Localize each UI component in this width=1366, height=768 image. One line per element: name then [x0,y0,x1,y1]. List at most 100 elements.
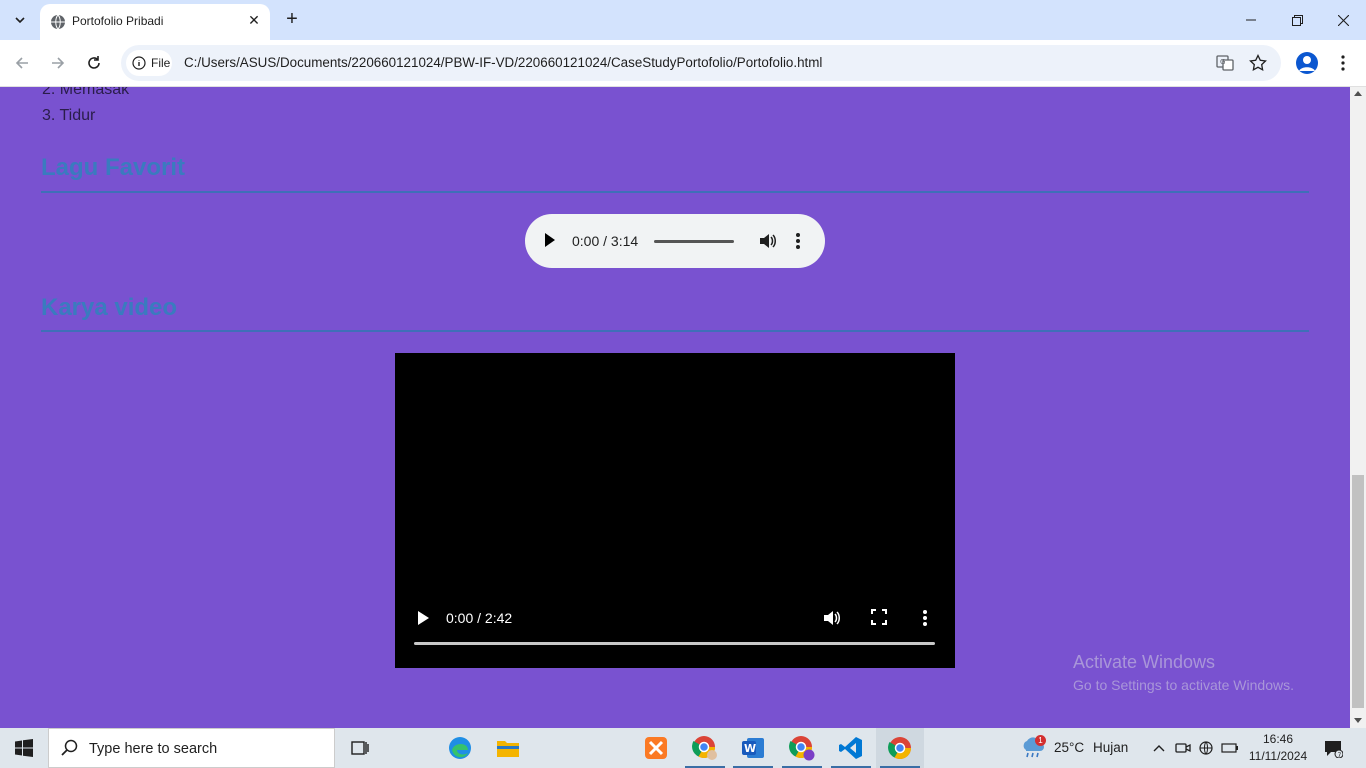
battery-tray-icon[interactable] [1220,738,1240,758]
tab-search-button[interactable] [8,8,32,32]
arrow-right-icon [52,57,65,69]
url-text[interactable]: C:/Users/ASUS/Documents/220660121024/PBW… [184,55,822,70]
section-divider [41,191,1309,193]
search-icon [61,739,78,756]
more-vertical-icon[interactable] [793,231,803,251]
scroll-down-arrow-icon[interactable] [1354,718,1362,723]
close-tab-icon[interactable]: ✕ [246,12,262,28]
browser-toolbar: File C:/Users/ASUS/Documents/22066012102… [0,40,1366,87]
more-vertical-icon[interactable] [920,608,930,628]
section-title-song: Lagu Favorit [41,154,186,181]
video-progress-bar[interactable] [414,642,935,645]
chrome-taskbar-button[interactable] [876,728,924,768]
task-view-button[interactable] [336,728,384,768]
clock-date: 11/11/2024 [1248,749,1308,763]
audio-player[interactable]: 0:00 / 3:14 [525,214,825,268]
reload-icon [88,56,100,69]
browser-title-bar: Portofolio Pribadi ✕ + [0,0,1366,40]
svg-text:G: G [1220,58,1225,66]
bookmark-button[interactable] [1248,53,1268,73]
section-title-video: Karya video [41,294,178,321]
profile-avatar[interactable] [1296,52,1318,74]
minimize-icon [1246,19,1256,21]
chrome-profile-taskbar-button[interactable] [681,728,729,768]
arrow-left-icon [15,57,28,69]
xampp-icon [645,737,667,759]
video-player[interactable]: 0:00 / 2:42 [395,353,955,668]
taskbar-clock[interactable]: 16:46 11/11/2024 [1248,731,1308,765]
hobby-item: 2. Memasak [42,87,130,98]
svg-text:W: W [744,742,756,755]
fullscreen-icon[interactable] [870,608,888,626]
info-icon [132,56,146,70]
notification-center-button[interactable]: 7 [1323,738,1344,759]
chevron-up-icon [1153,745,1165,752]
volume-icon[interactable] [821,608,841,628]
file-explorer-taskbar-button[interactable] [484,728,532,768]
edge-icon [449,737,471,759]
play-icon[interactable] [545,233,555,247]
activation-watermark-subtitle: Go to Settings to activate Windows. [1073,677,1294,693]
chrome-icon [789,736,815,761]
address-bar[interactable]: File C:/Users/ASUS/Documents/22066012102… [121,45,1281,81]
chrome-icon [692,736,717,760]
audio-progress-bar[interactable] [654,240,734,243]
edge-taskbar-button[interactable] [436,728,484,768]
show-hidden-icons-button[interactable] [1149,738,1169,758]
word-taskbar-button[interactable]: W [729,728,777,768]
more-vertical-icon [1341,55,1345,71]
reload-button[interactable] [83,52,105,74]
person-icon [1299,56,1315,71]
chevron-down-icon [15,17,25,24]
restore-icon [1291,14,1303,26]
translate-button[interactable]: G [1215,53,1235,73]
scroll-up-arrow-icon[interactable] [1354,91,1362,96]
play-icon[interactable] [418,611,429,625]
taskbar-search-box[interactable]: Type here to search [48,728,335,768]
battery-icon [1221,743,1238,753]
notification-icon: 7 [1325,741,1344,759]
globe-icon [51,14,65,30]
site-info-label: File [151,56,171,70]
word-icon: W [742,738,764,758]
vscode-icon [839,737,862,759]
page-scrollbar[interactable] [1350,87,1366,728]
start-button[interactable] [0,728,48,768]
task-view-icon [351,741,369,755]
scroll-thumb[interactable] [1352,475,1364,708]
weather-condition: Hujan [1093,740,1129,755]
browser-menu-button[interactable] [1334,52,1352,74]
windows-taskbar: Type here to search W 25°C Hujan 1 16:46… [0,728,1366,768]
new-tab-button[interactable]: + [282,9,302,30]
chrome-profile-a-taskbar-button[interactable] [778,728,826,768]
svg-text:7: 7 [1338,752,1342,758]
minimize-button[interactable] [1228,0,1274,40]
site-info-chip[interactable]: File [126,50,172,76]
audio-time: 0:00 / 3:14 [572,233,639,249]
network-tray-icon[interactable] [1196,738,1216,758]
active-tab[interactable]: Portofolio Pribadi ✕ [40,4,270,40]
weather-badge: 1 [1035,735,1046,746]
close-icon [1337,14,1349,26]
forward-button[interactable] [47,52,69,74]
tab-title: Portofolio Pribadi [72,14,164,28]
volume-icon[interactable] [757,231,777,251]
folder-icon [497,741,519,757]
close-window-button[interactable] [1320,0,1366,40]
back-button[interactable] [11,52,33,74]
hobby-item: 3. Tidur [42,107,96,124]
activation-watermark-title: Activate Windows [1073,652,1216,672]
vscode-taskbar-button[interactable] [827,728,875,768]
windows-logo-icon [15,739,33,757]
search-placeholder: Type here to search [89,741,218,757]
chrome-icon [888,737,911,759]
xampp-taskbar-button[interactable] [632,728,680,768]
translate-icon: G [1216,55,1234,71]
restore-button[interactable] [1274,0,1320,40]
clock-time: 16:46 [1262,732,1294,746]
camera-icon [1175,743,1191,753]
section-divider [41,330,1309,332]
star-icon [1249,54,1267,72]
weather-temperature: 25°C [1054,740,1085,755]
meet-now-tray-icon[interactable] [1173,738,1193,758]
